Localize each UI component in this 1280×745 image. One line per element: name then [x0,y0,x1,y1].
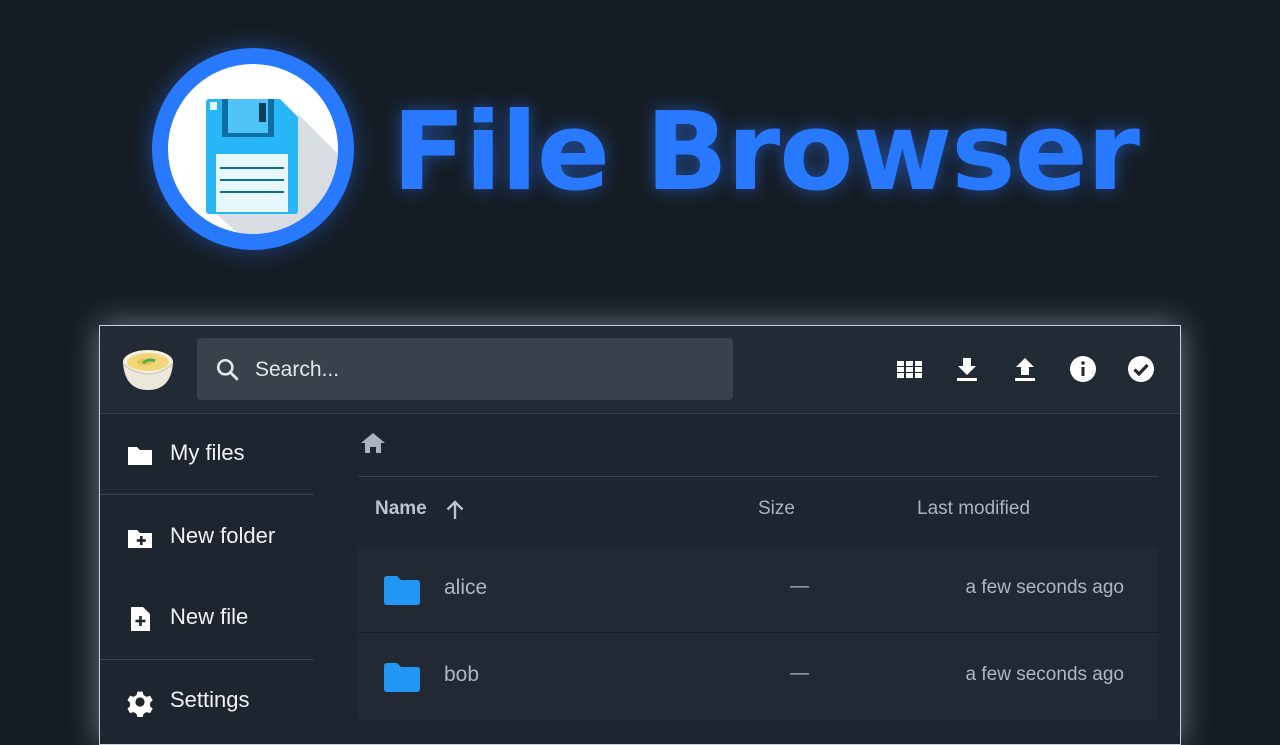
sidebar-item-new-folder[interactable]: New folder [100,507,315,567]
folder-icon [384,576,420,605]
search-input[interactable] [253,338,717,402]
hero-title: File Browser [392,90,1140,215]
check-circle-icon [1128,356,1154,382]
select-button[interactable] [1126,354,1156,384]
info-button[interactable] [1068,354,1098,384]
hero-logo [152,48,354,250]
download-icon [957,358,977,381]
sidebar-item-label: New folder [170,523,276,548]
sidebar-item-label: Settings [170,687,250,712]
app-window: My files New folder New file [99,325,1181,745]
column-header-name[interactable]: Name [375,498,427,520]
grid-view-icon [897,361,922,378]
sidebar: My files New folder New file Settings [100,414,315,744]
table-row[interactable]: bob — a few seconds ago [358,633,1158,719]
download-button[interactable] [952,354,982,384]
upload-icon [1015,358,1035,381]
file-name: alice [444,576,488,599]
table-row[interactable]: alice — a few seconds ago [358,546,1158,632]
upload-button[interactable] [1010,354,1040,384]
toggle-view-button[interactable] [895,354,925,384]
soup-bowl-logo[interactable] [122,346,174,392]
column-header-size[interactable]: Size [758,498,795,520]
sidebar-item-settings[interactable]: Settings [100,671,315,731]
folder-icon [128,447,152,465]
new-folder-icon [128,530,152,548]
file-modified: a few seconds ago [965,664,1124,685]
sidebar-divider [100,659,314,660]
breadcrumb-divider [358,476,1158,477]
folder-icon [384,663,420,692]
file-name: bob [444,663,480,686]
file-size: — [790,576,809,597]
info-icon [1070,356,1096,382]
floppy-disk-icon [206,99,338,234]
search-box[interactable] [197,338,733,402]
home-icon[interactable] [358,428,388,458]
sidebar-item-new-file[interactable]: New file [100,588,315,648]
new-file-icon [131,607,150,631]
file-size: — [790,663,809,684]
gear-icon [127,691,153,717]
arrow-up-icon[interactable] [443,498,467,522]
sidebar-item-label: New file [170,604,249,629]
file-modified: a few seconds ago [965,577,1124,598]
sidebar-item-label: My files [170,440,245,465]
sidebar-item-my-files[interactable]: My files [100,424,315,484]
top-bar [100,326,1180,414]
column-header-modified[interactable]: Last modified [917,498,1030,520]
search-icon [216,358,239,381]
sidebar-divider [100,494,314,495]
